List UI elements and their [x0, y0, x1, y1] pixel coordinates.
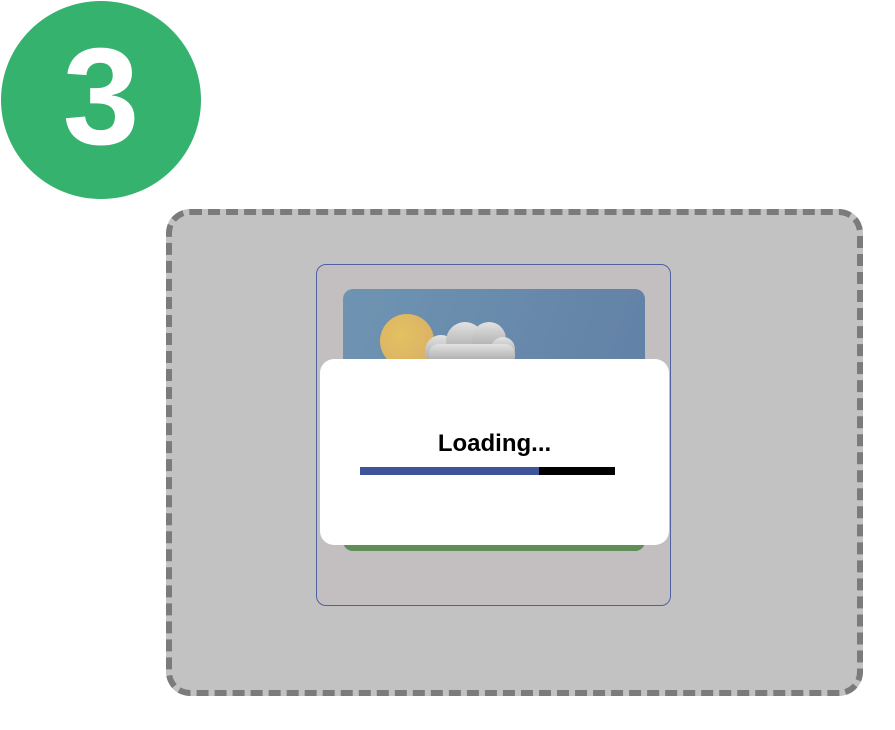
illustration: 3 Loading... — [0, 0, 895, 730]
step-number-badge: 3 — [1, 1, 201, 199]
loading-label: Loading... — [437, 430, 552, 457]
loading-dialog: Loading... — [320, 359, 669, 545]
progress-bar-fill — [360, 467, 539, 475]
progress-bar — [360, 467, 615, 475]
step-number: 3 — [62, 20, 140, 174]
